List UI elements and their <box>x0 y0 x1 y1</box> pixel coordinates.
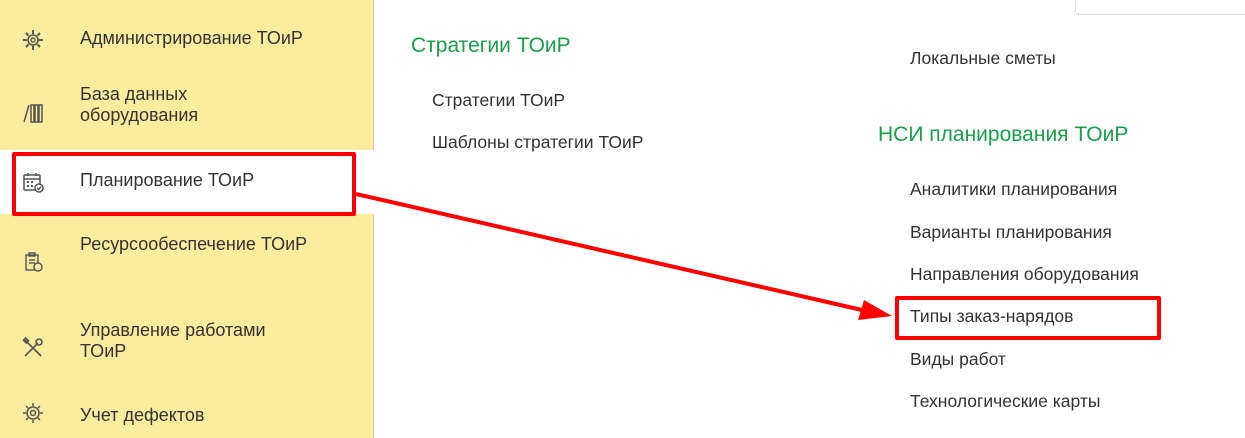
sidebar-item-administration[interactable]: Администрирование ТОиР <box>0 10 374 70</box>
sidebar-item-label: Учет дефектов <box>80 405 205 425</box>
gear-icon <box>22 29 44 51</box>
link-tech-cards[interactable]: Технологические карты <box>910 391 1100 412</box>
top-right-panel-edge <box>1075 0 1245 15</box>
group-title-strategies: Стратегии ТОиР <box>411 34 571 57</box>
sidebar-item-resources[interactable]: Ресурсообеспечение ТОиР <box>0 222 374 302</box>
link-local-estimates[interactable]: Локальные сметы <box>910 48 1056 69</box>
sidebar-item-work-management[interactable]: Управление работами ТОиР <box>0 308 374 388</box>
link-strategy-templates[interactable]: Шаблоны стратегии ТОиР <box>432 132 643 153</box>
tools-icon <box>22 337 44 359</box>
highlight-box-work-order-types <box>895 296 1161 340</box>
group-title-nsi-planning: НСИ планирования ТОиР <box>878 123 1129 146</box>
sidebar-item-label: База данных оборудования <box>80 84 199 125</box>
app-window: Администрирование ТОиР База данных обору… <box>0 0 1245 438</box>
resources-icon <box>22 251 44 273</box>
sidebar-item-defects[interactable]: Учет дефектов <box>0 392 374 438</box>
sidebar-item-equipment-database[interactable]: База данных оборудования <box>0 78 374 148</box>
defect-gear-icon <box>22 402 44 424</box>
sidebar-item-label: Администрирование ТОиР <box>80 28 303 48</box>
highlight-box-planning <box>12 152 356 216</box>
link-equipment-directions[interactable]: Направления оборудования <box>910 264 1139 285</box>
link-work-types[interactable]: Виды работ <box>910 349 1006 370</box>
link-planning-variants[interactable]: Варианты планирования <box>910 222 1112 243</box>
sidebar-item-label: Управление работами ТОиР <box>80 320 266 361</box>
sections-sidebar: Администрирование ТОиР База данных обору… <box>0 0 374 438</box>
link-strategies[interactable]: Стратегии ТОиР <box>432 90 565 111</box>
books-icon <box>22 102 44 124</box>
sidebar-item-label: Ресурсообеспечение ТОиР <box>80 234 308 254</box>
link-planning-analytics[interactable]: Аналитики планирования <box>910 179 1117 200</box>
section-content: Стратегии ТОиР Стратегии ТОиР Шаблоны ст… <box>375 0 1245 438</box>
